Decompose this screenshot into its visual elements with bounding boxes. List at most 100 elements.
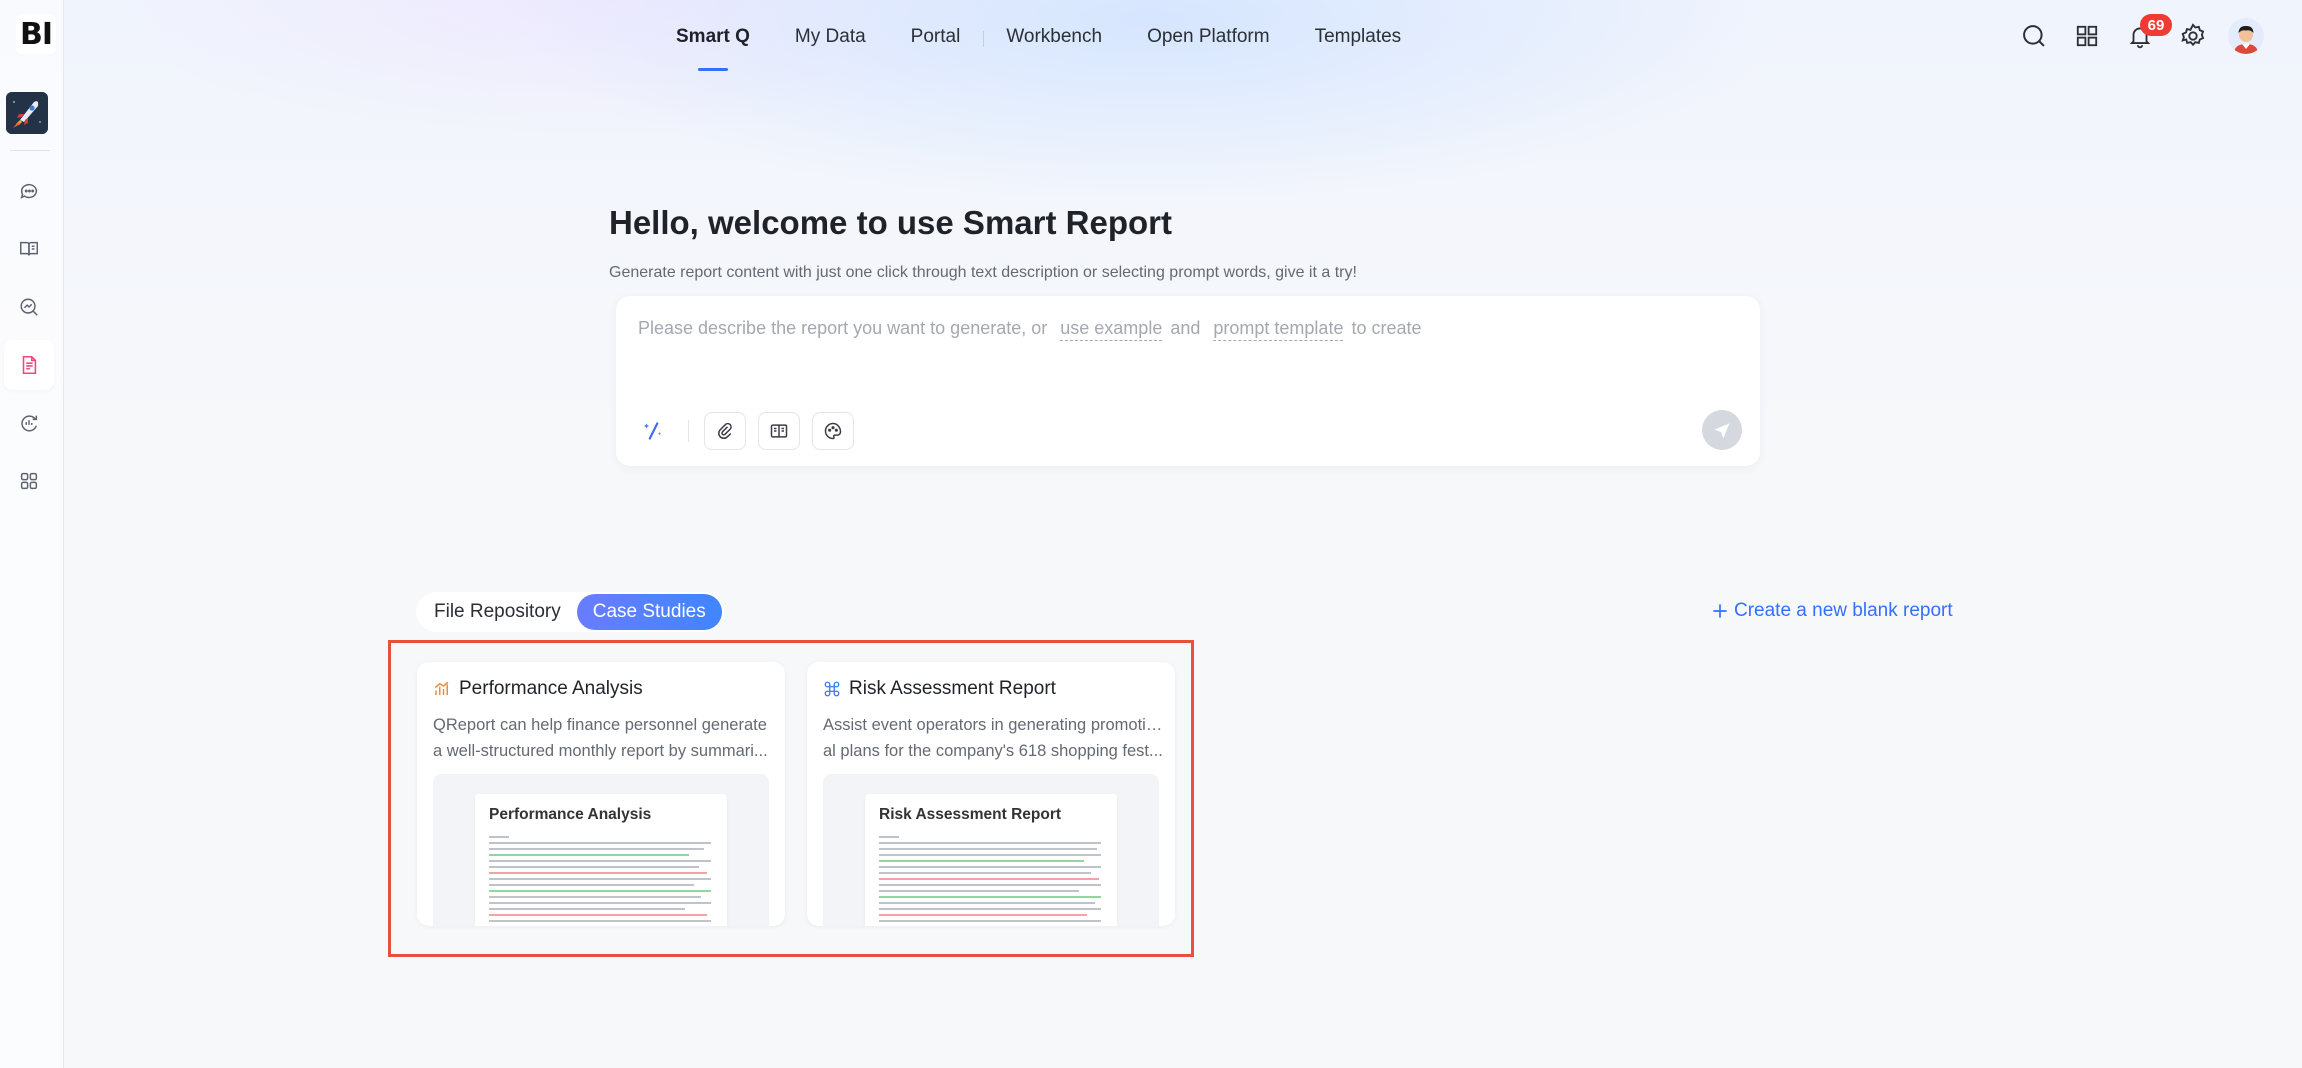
preview-line [879, 878, 1099, 880]
preview-line [489, 878, 711, 880]
sidebar-item-explore[interactable] [4, 282, 54, 332]
tab-templates[interactable]: Templates [1315, 22, 1402, 74]
apps-icon[interactable] [2071, 20, 2103, 52]
apps-grid-icon [20, 472, 38, 490]
prompt-text-end: to create [1351, 318, 1422, 338]
prompt-template-link[interactable]: prompt template [1213, 318, 1344, 341]
notification-badge: 69 [2140, 14, 2172, 36]
toolbar-divider [688, 420, 689, 442]
preview-line [879, 920, 1101, 922]
top-navigation: Smart Q My Data Portal Workbench Open Pl… [676, 22, 1446, 74]
case-card-performance-analysis[interactable]: Performance Analysis QReport can help fi… [417, 662, 785, 926]
case-card-risk-assessment[interactable]: Risk Assessment Report Assist event oper… [807, 662, 1175, 926]
rocket-app-icon[interactable] [6, 92, 48, 134]
sidebar-item-report[interactable] [4, 340, 54, 390]
preview-line [879, 842, 1101, 844]
analytics-cycle-icon [21, 415, 38, 432]
prompt-text-and: and [1170, 318, 1201, 338]
tab-my-data[interactable]: My Data [795, 22, 866, 74]
card-description: QReport can help finance personnel gener… [433, 712, 773, 764]
plus-icon [1713, 604, 1727, 618]
card-description-line: Assist event operators in generating pro… [823, 716, 1163, 734]
preview-line [879, 908, 1101, 910]
document-preview: Performance Analysis [475, 794, 727, 926]
preview-line [879, 872, 1091, 874]
paperclip-icon [718, 422, 732, 440]
user-avatar[interactable] [2228, 18, 2264, 54]
sidebar-item-knowledge[interactable] [4, 224, 54, 274]
sidebar-item-analytics[interactable] [4, 398, 54, 448]
preview-line [489, 866, 699, 868]
prompt-placeholder[interactable]: Please describe the report you want to g… [638, 318, 1422, 341]
theme-style-button[interactable] [812, 412, 854, 450]
report-document-icon [22, 355, 37, 375]
magic-wand-icon [643, 422, 662, 440]
send-icon [1714, 423, 1730, 439]
preview-line [879, 848, 1097, 850]
gear-icon[interactable] [2177, 20, 2209, 52]
preview-line [489, 854, 689, 856]
create-blank-report-link[interactable]: Create a new blank report [1710, 600, 1953, 622]
preview-line [489, 872, 707, 874]
preview-line [879, 896, 1101, 898]
prompt-text-start: Please describe the report you want to g… [638, 318, 1048, 338]
card-description-line: al plans for the company's 618 shopping … [823, 742, 1163, 760]
sidebar-item-apps[interactable] [4, 456, 54, 506]
segment-file-repository[interactable]: File Repository [418, 594, 577, 630]
page-title: Hello, welcome to use Smart Report [609, 204, 1172, 241]
search-icon[interactable] [2018, 20, 2050, 52]
knowledge-base-button[interactable] [758, 412, 800, 450]
preview-line [489, 848, 704, 850]
prompt-input-box[interactable]: Please describe the report you want to g… [616, 296, 1760, 466]
tab-portal[interactable]: Portal [911, 22, 961, 74]
card-title: Performance Analysis [459, 678, 643, 699]
card-title: Risk Assessment Report [849, 678, 1056, 699]
preview-line [489, 842, 711, 844]
search-chart-icon [20, 298, 38, 316]
preview-line [489, 836, 509, 838]
card-description-line: a well-structured monthly report by summ… [433, 742, 768, 760]
book-icon [770, 424, 788, 438]
create-blank-report-label: Create a new blank report [1734, 600, 1953, 621]
preview-line [879, 866, 1101, 868]
card-preview: Performance Analysis [433, 774, 769, 926]
preview-line [879, 914, 1087, 916]
palette-icon [824, 422, 842, 440]
app-logo[interactable]: BI [16, 14, 56, 54]
tab-open-platform[interactable]: Open Platform [1147, 22, 1270, 74]
attach-file-button[interactable] [704, 412, 746, 450]
preview-line [489, 896, 701, 898]
preview-line [489, 860, 711, 862]
command-icon [824, 681, 840, 697]
page-subtitle: Generate report content with just one cl… [609, 264, 1357, 281]
preview-line [879, 890, 1079, 892]
preview-line [879, 860, 1084, 862]
use-example-link[interactable]: use example [1060, 318, 1163, 341]
preview-line [879, 902, 1095, 904]
preview-title: Risk Assessment Report [879, 806, 1062, 823]
preview-line [489, 884, 694, 886]
magic-wand-button[interactable] [632, 412, 674, 450]
tab-workbench[interactable]: Workbench [1006, 22, 1102, 74]
segment-case-studies[interactable]: Case Studies [576, 594, 722, 630]
book-open-icon [20, 241, 38, 256]
sidebar-item-chat[interactable] [4, 166, 54, 216]
card-description-line: QReport can help finance personnel gener… [433, 716, 767, 734]
document-preview: Risk Assessment Report [865, 794, 1117, 926]
chat-bubble-icon [20, 183, 37, 199]
preview-line [489, 902, 711, 904]
tab-smart-q[interactable]: Smart Q [676, 22, 750, 74]
sidebar: BI [0, 0, 64, 1068]
preview-line [489, 920, 711, 922]
card-description: Assist event operators in generating pro… [823, 712, 1163, 764]
nav-divider [983, 31, 985, 47]
card-header: Performance Analysis [433, 678, 643, 700]
preview-line [489, 890, 711, 892]
sidebar-divider [10, 150, 50, 151]
card-preview: Risk Assessment Report [823, 774, 1159, 926]
send-button[interactable] [1702, 410, 1742, 450]
preview-line [879, 854, 1101, 856]
preview-line [879, 884, 1101, 886]
preview-line [879, 836, 899, 838]
repository-segment-control: File Repository Case Studies [416, 592, 724, 632]
